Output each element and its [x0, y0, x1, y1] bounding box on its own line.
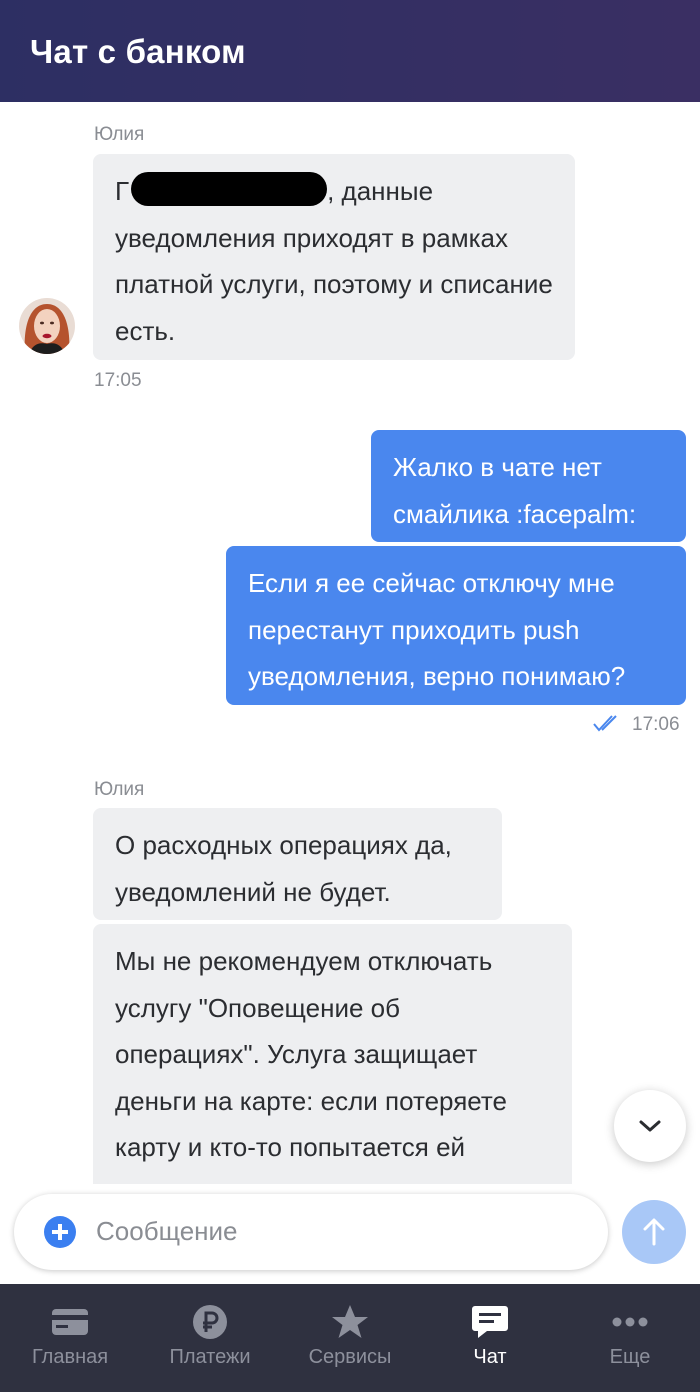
bottom-nav: Главная Платежи Сервисы Чат Еще — [0, 1284, 700, 1392]
input-placeholder: Сообщение — [96, 1216, 238, 1246]
message-first-line: Г, данные — [115, 168, 553, 215]
nav-label: Сервисы — [308, 1346, 392, 1368]
star-icon — [328, 1302, 372, 1342]
nav-item-payments[interactable]: Платежи — [140, 1284, 280, 1392]
message-list[interactable]: Юлия Г, данные уведомления приходят в ра… — [0, 102, 700, 1184]
message-text: уведомления приходят в рамках платной ус… — [115, 222, 553, 346]
header: Чат с банком — [0, 0, 700, 102]
nav-label: Еще — [609, 1346, 651, 1368]
message-text: Мы не рекомендуем отключать услугу "Опов… — [115, 946, 507, 1162]
nav-item-services[interactable]: Сервисы — [280, 1284, 420, 1392]
more-icon — [608, 1302, 652, 1342]
nav-item-more[interactable]: Еще — [560, 1284, 700, 1392]
chat-screen: Чат с банком Юлия Г, данные уведомления … — [0, 0, 700, 1392]
chat-icon — [468, 1302, 512, 1342]
message-text: Жалко в чате нет смайлика :facepalm: — [393, 452, 637, 529]
nav-label: Чат — [473, 1346, 507, 1368]
read-checkmarks-icon — [592, 714, 622, 739]
message-time: 17:06 — [632, 714, 680, 735]
outgoing-message: Жалко в чате нет смайлика :facepalm: — [371, 430, 686, 542]
message-time: 17:05 — [94, 370, 142, 391]
composer: Сообщение — [0, 1184, 700, 1284]
ruble-icon — [188, 1302, 232, 1342]
sender-name: Юлия — [94, 779, 145, 800]
nav-item-main[interactable]: Главная — [0, 1284, 140, 1392]
message-text: Если я ее сейчас отключу мне перестанут … — [248, 568, 626, 691]
avatar[interactable] — [19, 298, 75, 354]
message-input[interactable]: Сообщение — [14, 1194, 608, 1270]
chevron-down-icon — [639, 1120, 661, 1132]
arrow-up-icon — [643, 1218, 665, 1246]
plus-icon[interactable] — [44, 1216, 76, 1248]
sender-name: Юлия — [94, 124, 145, 145]
scroll-down-button[interactable] — [614, 1090, 686, 1162]
nav-label: Платежи — [169, 1346, 251, 1368]
incoming-message: Г, данные уведомления приходят в рамках … — [93, 154, 575, 360]
nav-label: Главная — [31, 1346, 109, 1368]
message-text: О расходных операциях да, уведомлений не… — [115, 830, 452, 907]
send-button[interactable] — [622, 1200, 686, 1264]
page-title: Чат с банком — [30, 33, 246, 70]
redaction-mark — [131, 172, 328, 206]
nav-item-chat[interactable]: Чат — [420, 1284, 560, 1392]
card-icon — [48, 1302, 92, 1342]
outgoing-message: Если я ее сейчас отключу мне перестанут … — [226, 546, 686, 705]
incoming-message: О расходных операциях да, уведомлений не… — [93, 808, 502, 920]
incoming-message: Мы не рекомендуем отключать услугу "Опов… — [93, 924, 572, 1184]
